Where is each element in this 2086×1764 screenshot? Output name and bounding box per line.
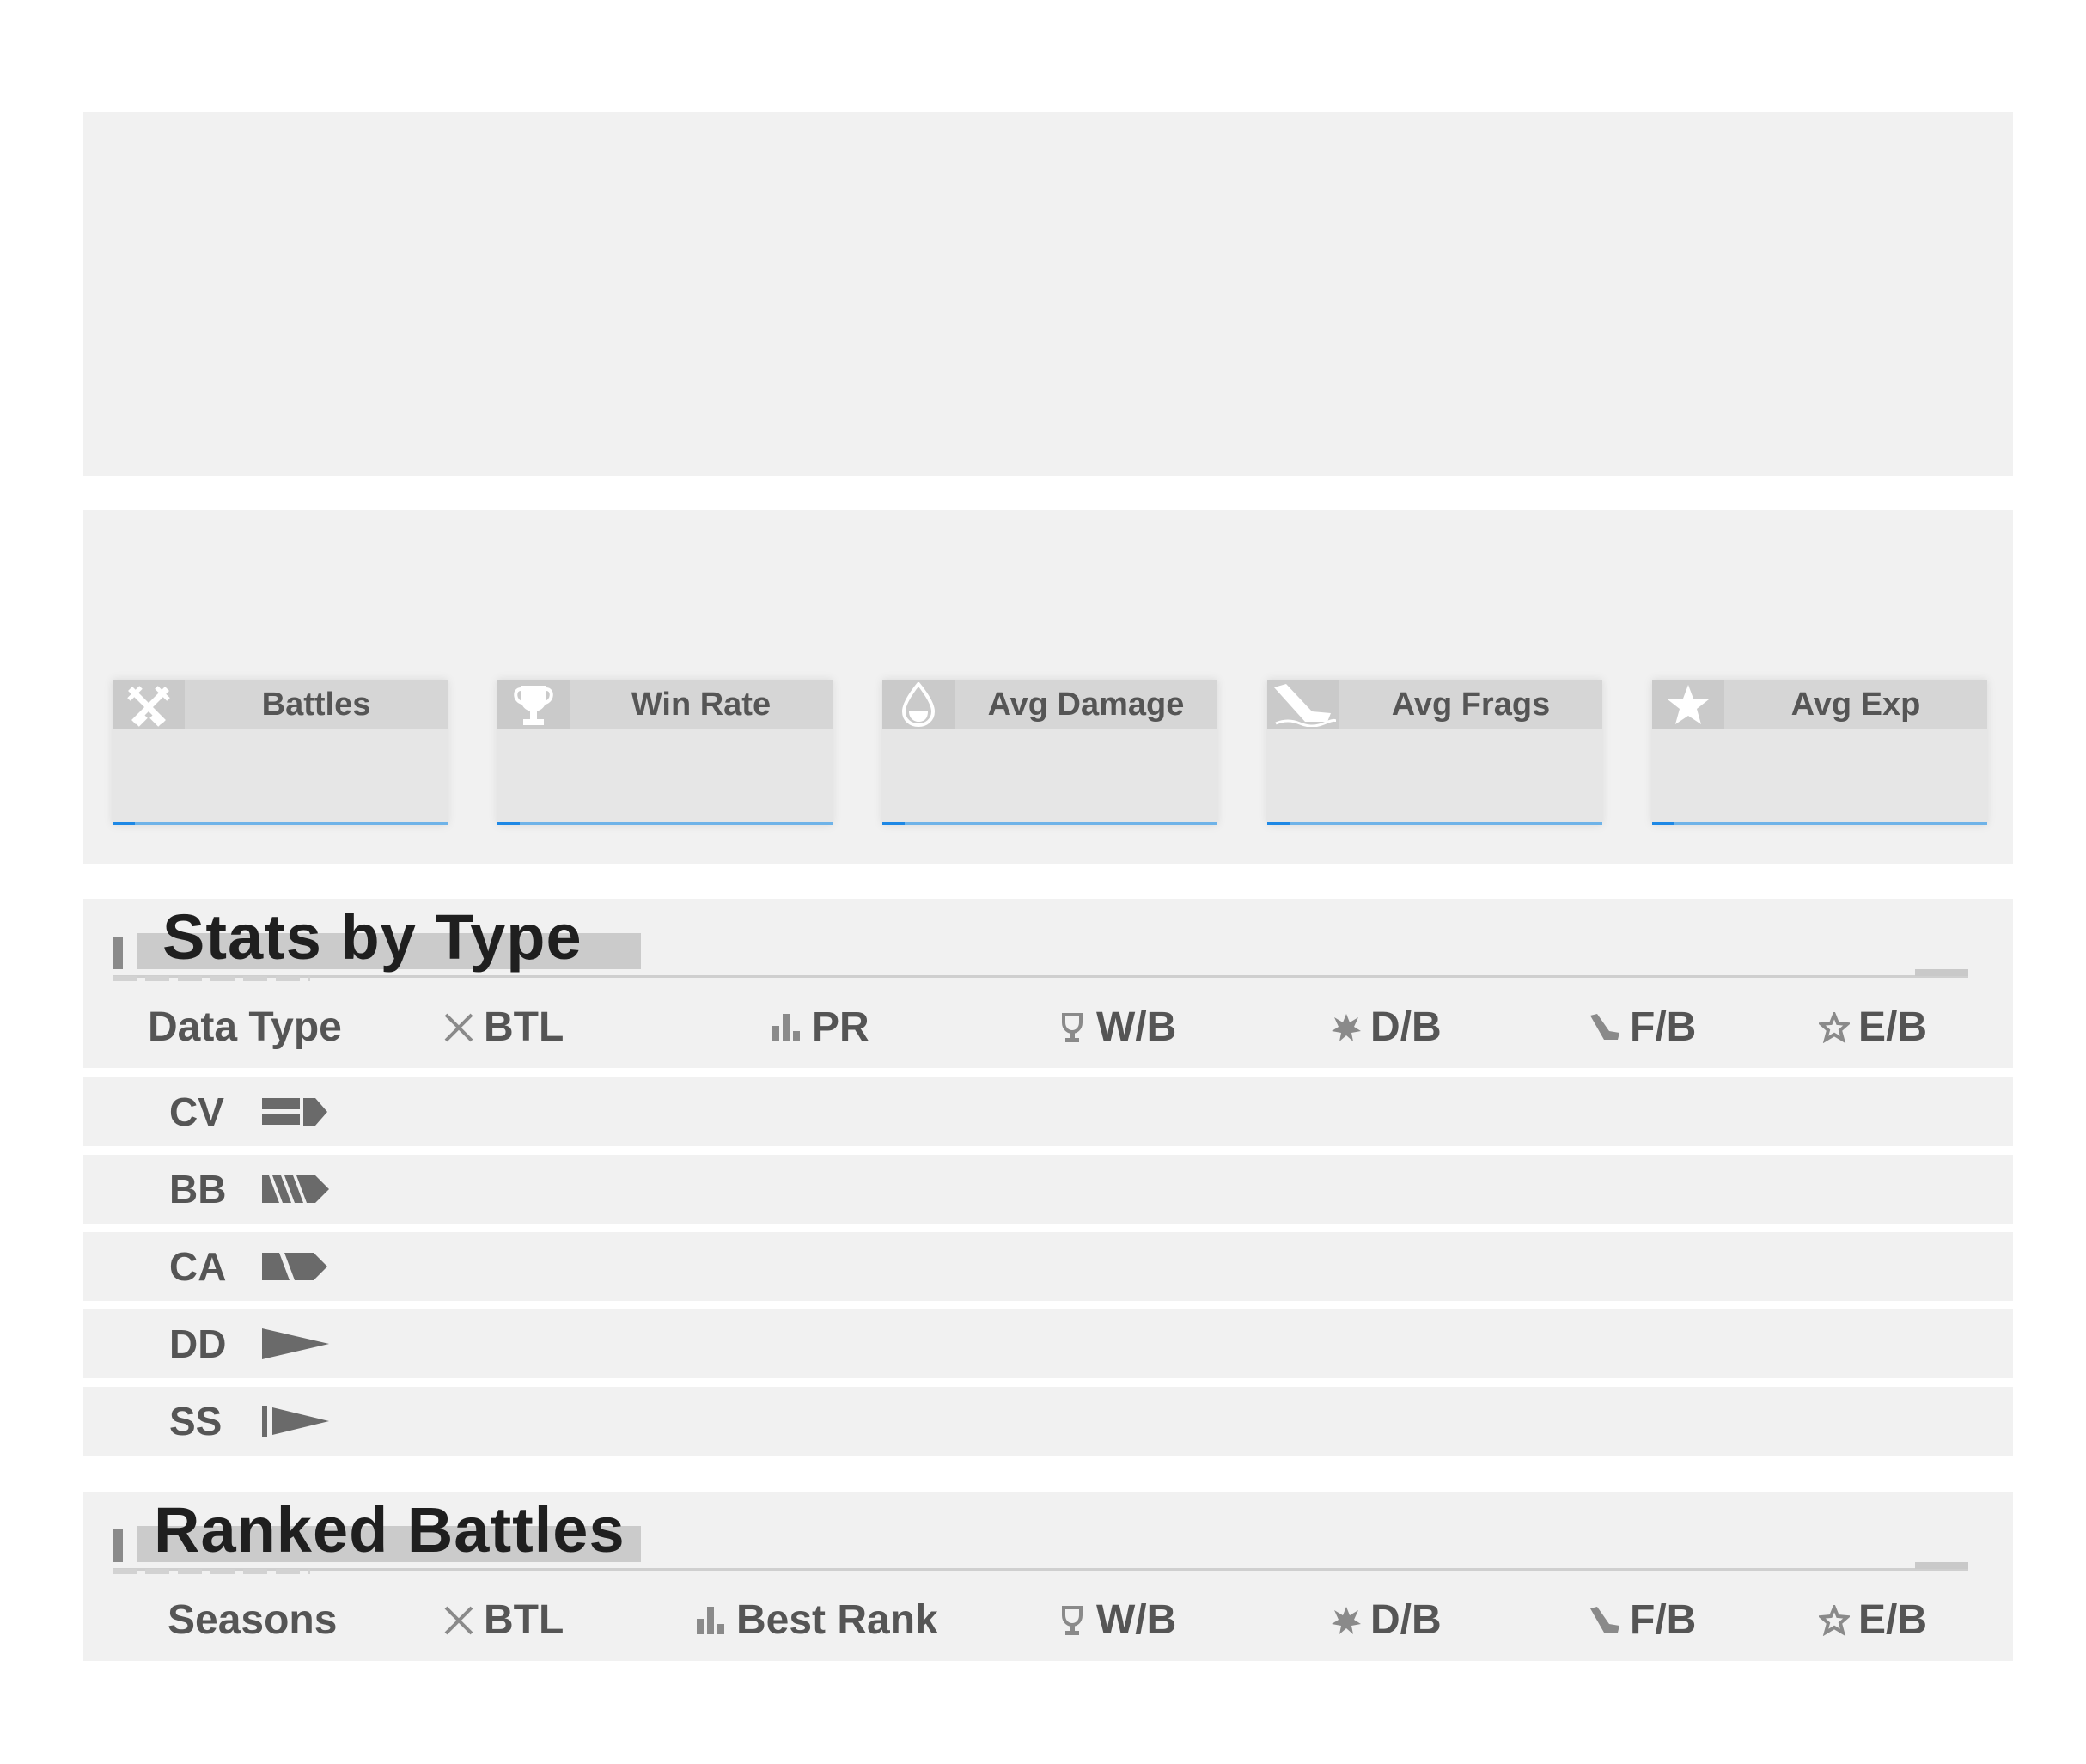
card-header: Battles xyxy=(113,680,448,729)
profile-banner xyxy=(83,112,2013,476)
table-row: CV xyxy=(83,1077,2013,1146)
explosion-icon xyxy=(1331,1012,1362,1043)
table-row: DD xyxy=(83,1309,2013,1378)
card-label: Avg Exp xyxy=(1790,687,1921,723)
column-header-eb: E/B xyxy=(1819,1002,1927,1053)
section-title: Ranked Battles xyxy=(154,1494,625,1566)
battles-card: Battles xyxy=(113,680,448,825)
table-row: CA xyxy=(83,1232,2013,1301)
bar-chart-icon xyxy=(695,1605,728,1636)
ship-type-code: SS xyxy=(169,1399,223,1444)
card-label: Win Rate xyxy=(631,687,772,723)
column-header-db: D/B xyxy=(1331,1002,1442,1053)
crossed-swords-icon xyxy=(442,1011,475,1044)
ship-type-code: DD xyxy=(169,1321,227,1366)
column-header-wb: W/B xyxy=(1057,1002,1176,1053)
column-header-wb: W/B xyxy=(1057,1595,1176,1646)
column-header-seasons: Seasons xyxy=(168,1597,338,1643)
column-header-eb: E/B xyxy=(1819,1595,1927,1646)
cruiser-icon xyxy=(262,1249,329,1288)
column-header-btl: BTL xyxy=(442,1595,564,1646)
crossed-swords-icon xyxy=(442,1604,475,1637)
table-row: SS xyxy=(83,1387,2013,1456)
section-title: Stats by Type xyxy=(162,901,582,973)
bar-chart-icon xyxy=(771,1012,803,1043)
star-icon xyxy=(1819,1012,1850,1043)
ship-type-code: CA xyxy=(169,1244,227,1289)
card-header: Avg Frags xyxy=(1267,680,1602,729)
column-header-fb: F/B xyxy=(1589,1002,1696,1053)
card-label: Battles xyxy=(261,687,371,723)
battleship-icon xyxy=(262,1172,329,1211)
sinking-ship-icon xyxy=(1589,1605,1621,1636)
battles-icon xyxy=(113,680,185,729)
submarine-icon xyxy=(262,1404,329,1443)
column-header-pr: PR xyxy=(771,1002,869,1053)
table-row: BB xyxy=(83,1155,2013,1224)
sinking-ship-icon xyxy=(1267,680,1339,729)
star-icon xyxy=(1652,680,1724,729)
column-header-best-rank: Best Rank xyxy=(695,1595,938,1646)
destroyer-icon xyxy=(262,1327,329,1365)
stats-by-type-section: Stats by Type Data Type BTL PR W/B D/B F… xyxy=(83,899,2013,1068)
card-header: Avg Exp xyxy=(1652,680,1987,729)
card-header: Avg Damage xyxy=(882,680,1217,729)
column-header-data-type: Data Type xyxy=(148,1004,342,1050)
trophy-icon xyxy=(1057,1012,1088,1043)
avg-exp-card: Avg Exp xyxy=(1652,680,1987,825)
column-header-db: D/B xyxy=(1331,1595,1442,1646)
avg-frags-card: Avg Frags xyxy=(1267,680,1602,825)
column-header-fb: F/B xyxy=(1589,1595,1696,1646)
card-label: Avg Frags xyxy=(1391,687,1551,723)
avg-damage-card: Avg Damage xyxy=(882,680,1217,825)
ship-type-code: CV xyxy=(169,1090,224,1134)
sinking-ship-icon xyxy=(1589,1012,1621,1043)
carrier-icon xyxy=(262,1095,329,1133)
trophy-icon xyxy=(497,680,570,729)
trophy-icon xyxy=(1057,1605,1088,1636)
card-label: Avg Damage xyxy=(987,687,1185,723)
column-header-btl: BTL xyxy=(442,1002,564,1053)
damage-drop-icon xyxy=(882,680,955,729)
summary-panel: Battles Win Rate Avg Damage Avg Frags Av… xyxy=(83,510,2013,864)
star-icon xyxy=(1819,1605,1850,1636)
win-rate-card: Win Rate xyxy=(497,680,833,825)
ship-type-code: BB xyxy=(169,1167,227,1212)
card-header: Win Rate xyxy=(497,680,833,729)
explosion-icon xyxy=(1331,1605,1362,1636)
ranked-battles-section: Ranked Battles Seasons BTL Best Rank W/B… xyxy=(83,1492,2013,1661)
